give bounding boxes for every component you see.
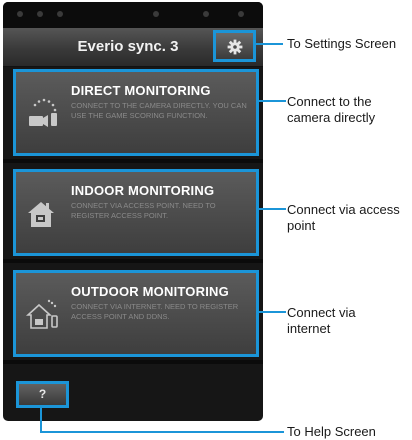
- card-description: CONNECT VIA ACCESS POINT. NEED TO REGIST…: [71, 201, 216, 220]
- status-icon: [57, 11, 63, 17]
- callout-settings: To Settings Screen: [287, 36, 397, 51]
- card-title: OUTDOOR MONITORING: [71, 284, 229, 299]
- divider: [3, 259, 263, 263]
- callout-line1: Connect via: [287, 305, 356, 320]
- status-icon: [37, 11, 43, 17]
- card-description: CONNECT VIA INTERNET. NEED TO REGISTER A…: [71, 302, 239, 321]
- card-title: INDOOR MONITORING: [71, 183, 215, 198]
- callout-line2: internet: [287, 321, 331, 336]
- callout-line2: camera directly: [287, 110, 376, 125]
- callout-line-indoor: [256, 208, 286, 210]
- status-icon: [203, 11, 209, 17]
- callout-outdoor: Connect via internet: [287, 305, 356, 337]
- outdoor-monitoring-card[interactable]: OUTDOOR MONITORING CONNECT VIA INTERNET.…: [13, 270, 259, 357]
- indoor-house-icon: [28, 202, 54, 227]
- status-icon: [153, 11, 159, 17]
- outdoor-house-icon: [25, 299, 58, 329]
- callout-direct: Connect to the camera directly: [287, 94, 375, 126]
- help-button[interactable]: ?: [16, 381, 69, 408]
- phone-screen: Everio sync. 3 DIRECT MONITORING CONNECT…: [3, 2, 263, 421]
- callout-line-help-horizontal: [40, 431, 284, 433]
- callout-line-settings: [253, 43, 283, 45]
- status-icon: [17, 11, 23, 17]
- direct-camera-icon: [29, 98, 57, 127]
- card-description: CONNECT TO THE CAMERA DIRECTLY. YOU CAN …: [71, 101, 247, 120]
- callout-line1: Connect to the: [287, 94, 372, 109]
- callout-indoor: Connect via access point: [287, 202, 400, 234]
- callout-line-help-vertical: [40, 406, 42, 433]
- callout-line-outdoor: [256, 311, 286, 313]
- status-bar: [3, 2, 263, 28]
- indoor-monitoring-card[interactable]: INDOOR MONITORING CONNECT VIA ACCESS POI…: [13, 169, 259, 256]
- callout-help: To Help Screen: [287, 424, 376, 439]
- settings-button[interactable]: [213, 30, 256, 62]
- divider: [3, 360, 263, 364]
- callout-line1: Connect via access: [287, 202, 400, 217]
- gear-icon: [227, 39, 243, 55]
- divider: [3, 159, 263, 163]
- status-icon: [238, 11, 244, 17]
- callout-line-direct: [256, 100, 286, 102]
- callout-line2: point: [287, 218, 316, 233]
- direct-monitoring-card[interactable]: DIRECT MONITORING CONNECT TO THE CAMERA …: [13, 69, 259, 156]
- card-title: DIRECT MONITORING: [71, 83, 211, 98]
